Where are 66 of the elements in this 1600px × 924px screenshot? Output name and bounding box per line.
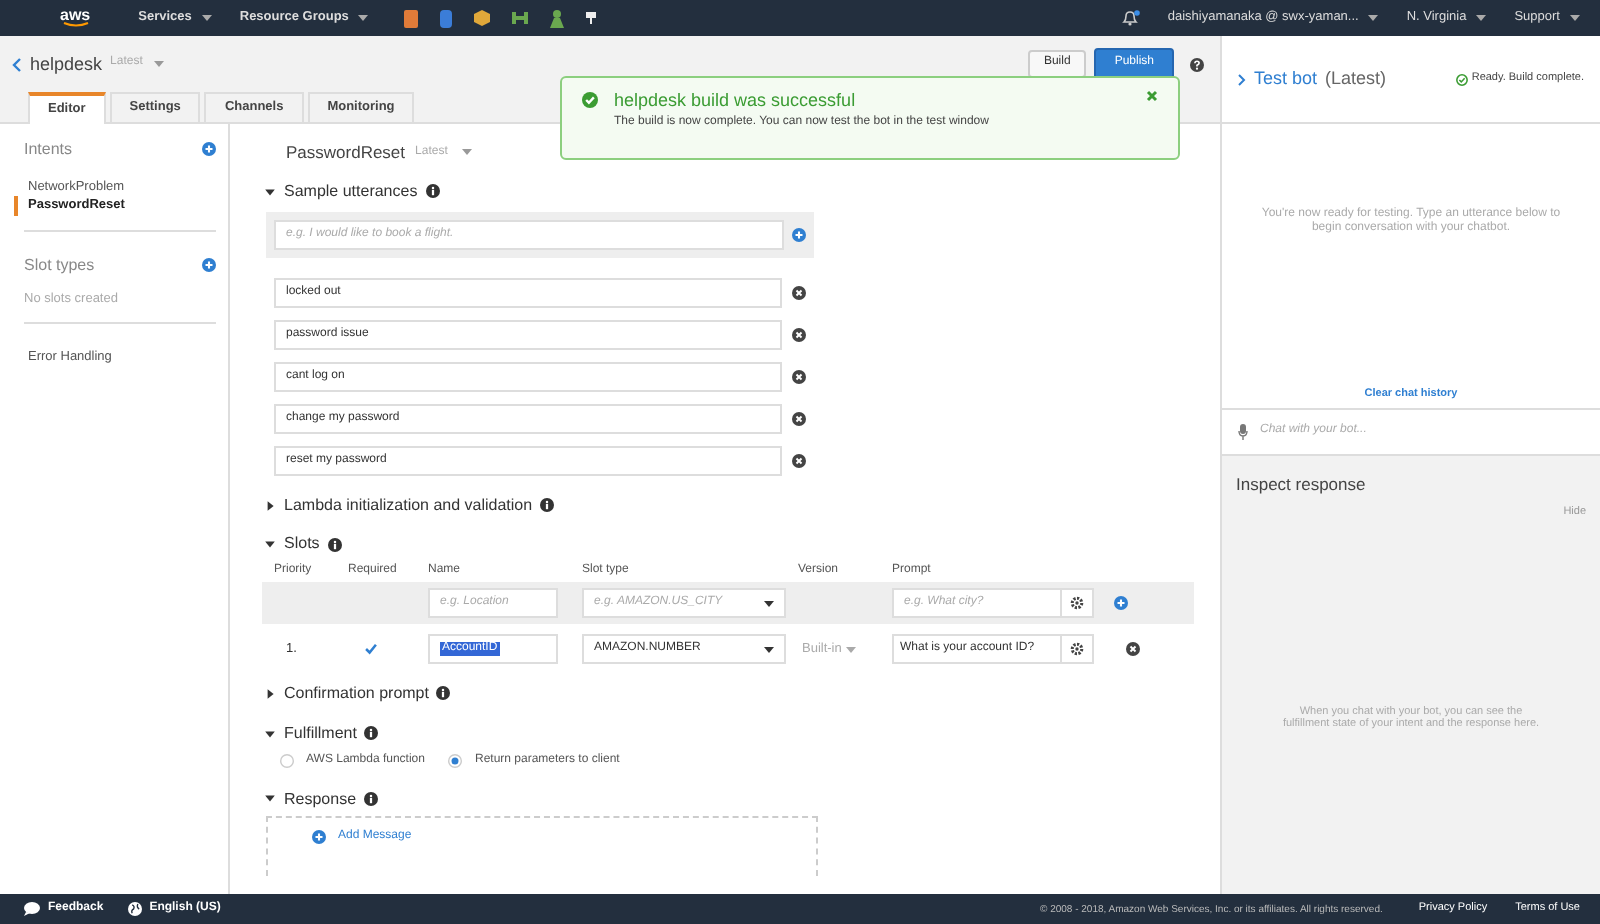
section-title[interactable]: Sample utterances (284, 182, 418, 202)
add-icon[interactable] (312, 830, 326, 845)
remove-icon[interactable] (792, 453, 806, 468)
remove-icon[interactable] (1126, 641, 1140, 656)
remove-icon[interactable] (792, 327, 806, 342)
help-icon[interactable] (1190, 57, 1204, 71)
bot-name[interactable]: helpdesk (30, 53, 103, 75)
section-title: Intents (24, 140, 73, 160)
panel-title[interactable]: Test bot (1254, 68, 1318, 90)
caret-icon[interactable] (264, 687, 276, 700)
database-icon[interactable] (440, 9, 453, 27)
remove-icon[interactable] (792, 285, 806, 300)
notification-title: helpdesk build was successful (614, 90, 858, 112)
intent-name: PasswordReset (286, 142, 406, 163)
info-icon[interactable] (364, 791, 379, 806)
add-icon[interactable] (202, 258, 216, 273)
globe-icon[interactable] (127, 902, 142, 916)
info-icon[interactable] (540, 498, 555, 513)
section-title[interactable]: Confirmation prompt (284, 684, 429, 704)
section-title: Slot types (24, 256, 95, 276)
caret-icon[interactable] (1476, 13, 1487, 22)
section-title[interactable]: Fulfillment (284, 723, 357, 743)
settings-icon[interactable] (1070, 596, 1084, 611)
caret-icon[interactable] (264, 538, 276, 551)
radio-button[interactable] (448, 754, 463, 769)
check-circle-icon (1455, 73, 1468, 85)
caret-icon[interactable] (358, 13, 369, 22)
info-icon[interactable] (436, 686, 451, 701)
aws-logo[interactable]: aws (60, 8, 91, 28)
section-title[interactable]: Slots (284, 534, 320, 554)
figure-icon[interactable] (550, 9, 565, 27)
add-icon[interactable] (1114, 595, 1128, 610)
caret-icon[interactable] (764, 599, 774, 608)
back-icon[interactable] (12, 57, 22, 71)
cube-icon[interactable] (474, 10, 491, 26)
caret-icon[interactable] (201, 13, 212, 22)
add-icon[interactable] (202, 142, 216, 157)
box-icon[interactable] (404, 9, 419, 27)
section-title: Inspect response (1236, 474, 1368, 495)
caret-icon[interactable] (1570, 13, 1580, 22)
remove-icon[interactable] (792, 369, 806, 384)
speech-bubble-icon[interactable] (24, 902, 40, 916)
section-title[interactable]: Response (284, 789, 357, 809)
check-circle-icon (582, 92, 598, 108)
caret-icon[interactable] (264, 792, 276, 805)
required-checkbox[interactable] (364, 641, 378, 656)
caret-icon[interactable] (1368, 13, 1379, 22)
microphone-icon[interactable] (1238, 424, 1248, 440)
add-icon[interactable] (792, 227, 806, 242)
version-label: (Latest) (1325, 68, 1387, 90)
caret-icon[interactable] (264, 727, 276, 740)
close-icon[interactable] (1146, 90, 1158, 102)
caret-icon[interactable] (264, 185, 276, 198)
expand-icon[interactable] (1238, 73, 1246, 85)
caret-icon[interactable] (264, 499, 276, 512)
info-icon[interactable] (425, 184, 440, 199)
pin-icon[interactable] (586, 12, 597, 24)
bell-icon[interactable] (1121, 10, 1140, 26)
info-icon[interactable] (327, 537, 342, 552)
remove-icon[interactable] (792, 411, 806, 426)
radio-button[interactable] (280, 754, 294, 769)
info-icon[interactable] (364, 726, 379, 741)
bracket-icon[interactable] (512, 12, 529, 24)
settings-icon[interactable] (1070, 642, 1084, 657)
section-title[interactable]: Lambda initialization and validation (284, 495, 533, 515)
caret-icon[interactable] (764, 645, 774, 654)
